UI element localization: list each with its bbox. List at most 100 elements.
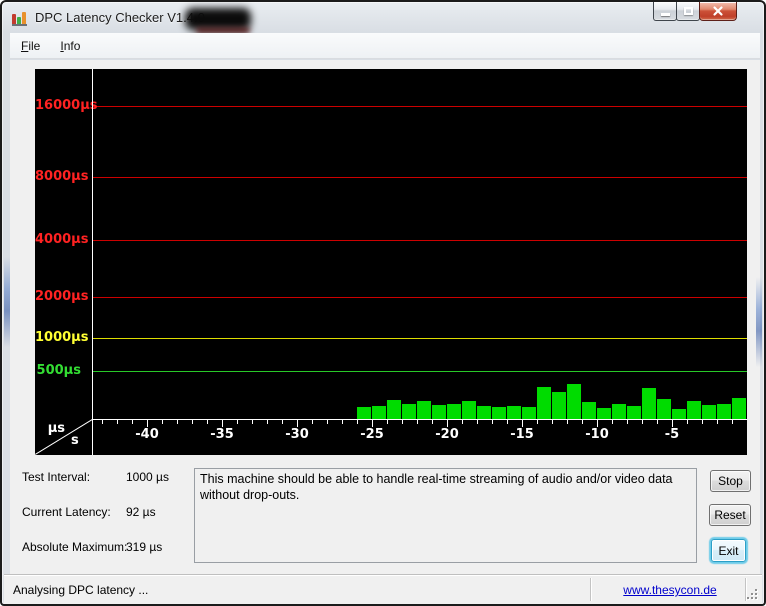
x-tick-label: -10 bbox=[585, 427, 609, 442]
reset-button[interactable]: Reset bbox=[709, 504, 751, 526]
x-tick bbox=[582, 420, 583, 424]
latency-bar bbox=[567, 384, 581, 419]
x-tick bbox=[342, 420, 343, 424]
latency-bar bbox=[447, 404, 461, 419]
gridline-16000 bbox=[92, 106, 747, 107]
latency-bar bbox=[552, 392, 566, 419]
x-tick bbox=[672, 420, 673, 427]
x-tick bbox=[447, 420, 448, 427]
gridline-label-2000: 2000µs bbox=[35, 289, 89, 304]
latency-bar bbox=[507, 406, 521, 419]
latency-bar bbox=[477, 406, 491, 419]
latency-bar bbox=[522, 407, 536, 419]
x-tick bbox=[177, 420, 178, 424]
x-tick bbox=[102, 420, 103, 424]
x-tick-label: -20 bbox=[435, 427, 459, 442]
x-tick bbox=[702, 420, 703, 424]
y-axis-line bbox=[92, 69, 93, 455]
test-interval-value: 1000 µs bbox=[126, 470, 169, 484]
gridline-label-8000: 8000µs bbox=[35, 169, 89, 184]
x-tick bbox=[597, 420, 598, 427]
stop-button[interactable]: Stop bbox=[710, 470, 751, 492]
y-unit-label: µs bbox=[47, 421, 65, 436]
menubar: File Info bbox=[10, 33, 760, 59]
gridline-8000 bbox=[92, 177, 747, 178]
minimize-button[interactable] bbox=[653, 2, 677, 21]
x-tick bbox=[357, 420, 358, 424]
x-tick bbox=[477, 420, 478, 424]
latency-bar bbox=[537, 387, 551, 419]
latency-bar bbox=[402, 404, 416, 419]
x-tick bbox=[402, 420, 403, 424]
x-tick-label: -35 bbox=[210, 427, 234, 442]
current-latency-label: Current Latency: bbox=[22, 505, 111, 519]
latency-bar bbox=[417, 401, 431, 419]
x-tick-label: -30 bbox=[285, 427, 309, 442]
x-tick bbox=[567, 420, 568, 424]
x-tick bbox=[297, 420, 298, 427]
current-latency-value: 92 µs bbox=[126, 505, 156, 519]
x-tick bbox=[522, 420, 523, 427]
status-text: Analysing DPC latency ... bbox=[13, 583, 149, 597]
x-tick bbox=[252, 420, 253, 424]
titlebar[interactable]: DPC Latency Checker V1.4.0 bbox=[4, 4, 762, 33]
x-tick bbox=[687, 420, 688, 424]
x-tick bbox=[117, 420, 118, 424]
exit-button[interactable]: Exit bbox=[711, 539, 746, 562]
x-tick bbox=[207, 420, 208, 424]
absolute-maximum-value: 319 µs bbox=[126, 540, 163, 554]
latency-bar bbox=[432, 405, 446, 419]
x-tick bbox=[552, 420, 553, 424]
x-tick bbox=[537, 420, 538, 424]
x-tick bbox=[162, 420, 163, 424]
latency-bar bbox=[732, 398, 746, 419]
x-tick bbox=[627, 420, 628, 424]
x-tick bbox=[267, 420, 268, 424]
latency-chart: 16000µs 8000µs 4000µs 2000µs 1000µs 500µs -40 -… bbox=[35, 69, 747, 455]
x-tick bbox=[312, 420, 313, 424]
statusbar-separator bbox=[590, 578, 592, 601]
latency-bar bbox=[372, 406, 386, 419]
latency-bar bbox=[687, 401, 701, 419]
latency-bar bbox=[582, 402, 596, 419]
x-tick bbox=[492, 420, 493, 424]
latency-bar bbox=[717, 404, 731, 419]
x-tick bbox=[462, 420, 463, 424]
gridline-label-500: 500µs bbox=[36, 363, 81, 378]
x-tick-label: -15 bbox=[510, 427, 534, 442]
menu-file[interactable]: File bbox=[12, 35, 49, 57]
latency-bar bbox=[627, 406, 641, 419]
assessment-message: This machine should be able to handle re… bbox=[194, 468, 697, 563]
x-tick bbox=[282, 420, 283, 424]
redaction-smudge bbox=[185, 8, 251, 30]
gridline-4000 bbox=[92, 240, 747, 241]
x-tick bbox=[147, 420, 148, 427]
latency-bar bbox=[612, 404, 626, 419]
close-button[interactable] bbox=[699, 2, 737, 21]
x-tick bbox=[132, 420, 133, 424]
x-tick bbox=[732, 420, 733, 424]
latency-bar bbox=[462, 401, 476, 419]
x-tick bbox=[192, 420, 193, 424]
x-tick bbox=[372, 420, 373, 427]
absolute-maximum-label: Absolute Maximum: bbox=[22, 540, 128, 554]
thesycon-link[interactable]: www.thesycon.de bbox=[596, 583, 744, 597]
gridline-1000 bbox=[92, 338, 747, 339]
resize-grip-icon[interactable] bbox=[745, 587, 757, 599]
x-tick-label: -25 bbox=[360, 427, 384, 442]
x-tick bbox=[612, 420, 613, 424]
gridline-label-1000: 1000µs bbox=[35, 330, 89, 345]
maximize-button[interactable] bbox=[676, 2, 700, 21]
x-tick bbox=[657, 420, 658, 424]
gridline-label-16000: 16000µs bbox=[35, 98, 98, 113]
maximize-icon bbox=[683, 7, 693, 15]
latency-bar bbox=[357, 407, 371, 419]
latency-bar bbox=[657, 399, 671, 419]
app-window: DPC Latency Checker V1.4.0 File Info 160… bbox=[0, 0, 766, 606]
minimize-icon bbox=[660, 12, 670, 16]
gridline-label-4000: 4000µs bbox=[35, 232, 89, 247]
close-icon bbox=[713, 6, 723, 16]
latency-bar bbox=[702, 405, 716, 419]
x-tick bbox=[642, 420, 643, 424]
menu-info[interactable]: Info bbox=[51, 35, 89, 57]
